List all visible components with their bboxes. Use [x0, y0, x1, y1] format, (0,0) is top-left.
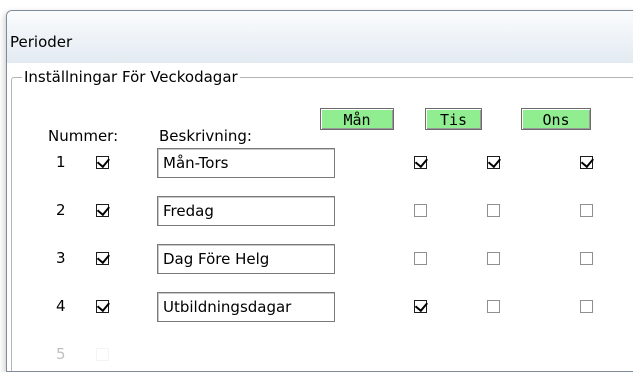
- row-number: 1: [56, 153, 66, 171]
- wed-checkbox[interactable]: [580, 300, 593, 313]
- period-row-2: 2 Fredag: [7, 195, 633, 229]
- row-enabled-checkbox[interactable]: [96, 252, 109, 265]
- wed-checkbox[interactable]: [580, 156, 593, 169]
- wed-checkbox[interactable]: [580, 252, 593, 265]
- row-enabled-checkbox[interactable]: [96, 204, 109, 217]
- period-row-1: 1 Mån-Tors: [7, 147, 633, 181]
- window-client-area: Inställningar För Veckodagar Nummer: Bes…: [7, 63, 633, 371]
- description-input[interactable]: Dag Före Helg: [157, 244, 335, 274]
- row-enabled-checkbox[interactable]: [96, 300, 109, 313]
- row-number: 5: [56, 345, 66, 363]
- day-button-tue[interactable]: Tis: [425, 108, 482, 130]
- tue-checkbox[interactable]: [487, 156, 500, 169]
- group-legend: Inställningar För Veckodagar: [22, 68, 240, 86]
- description-column-header: Beskrivning:: [159, 127, 252, 145]
- period-row-4: 4 Utbildningsdagar: [7, 291, 633, 325]
- tue-checkbox[interactable]: [487, 300, 500, 313]
- description-input[interactable]: Fredag: [157, 196, 335, 226]
- period-row-3: 3 Dag Före Helg: [7, 243, 633, 277]
- number-column-header: Nummer:: [48, 127, 119, 145]
- description-input[interactable]: Mån-Tors: [157, 148, 335, 178]
- row-enabled-checkbox[interactable]: [96, 156, 109, 169]
- day-button-wed[interactable]: Ons: [521, 108, 591, 130]
- day-button-mon[interactable]: Mån: [320, 108, 394, 130]
- description-input[interactable]: Utbildningsdagar: [157, 292, 335, 322]
- mon-checkbox[interactable]: [414, 252, 427, 265]
- wed-checkbox[interactable]: [580, 204, 593, 217]
- tue-checkbox[interactable]: [487, 204, 500, 217]
- mon-checkbox[interactable]: [414, 300, 427, 313]
- perioder-window: Perioder Inställningar För Veckodagar Nu…: [6, 10, 633, 372]
- mon-checkbox[interactable]: [414, 204, 427, 217]
- window-title: Perioder: [10, 33, 73, 51]
- row-enabled-checkbox[interactable]: [96, 348, 109, 361]
- row-number: 2: [56, 201, 66, 219]
- title-bar[interactable]: Perioder: [7, 11, 633, 63]
- row-number: 3: [56, 249, 66, 267]
- row-number: 4: [56, 297, 66, 315]
- mon-checkbox[interactable]: [414, 156, 427, 169]
- tue-checkbox[interactable]: [487, 252, 500, 265]
- period-row-5: 5: [7, 339, 633, 371]
